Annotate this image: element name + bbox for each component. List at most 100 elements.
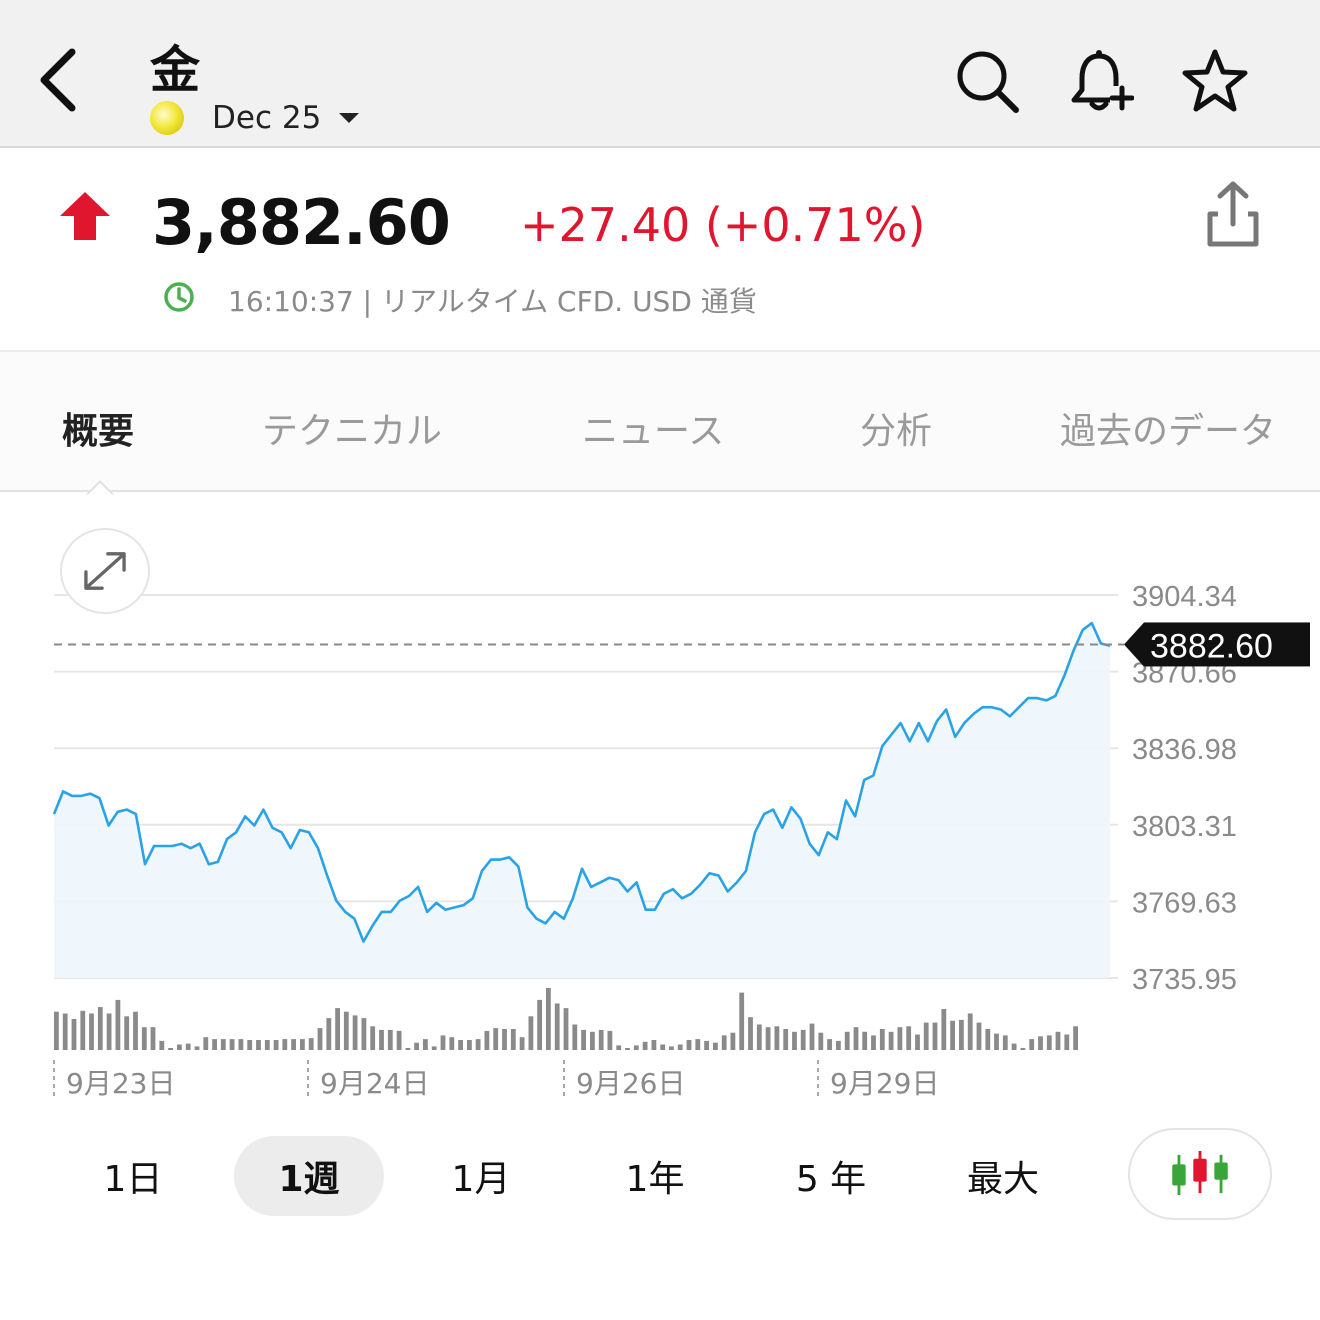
active-tab-pointer-fill xyxy=(88,483,112,495)
volume-bar xyxy=(598,1029,604,1050)
volume-bar xyxy=(1055,1031,1061,1050)
volume-bar xyxy=(256,1040,261,1050)
range-5y[interactable]: 5 年 xyxy=(756,1136,906,1216)
volume-bar xyxy=(71,1019,77,1050)
volume-bar xyxy=(642,1041,648,1050)
volume-bar xyxy=(185,1043,191,1050)
gold-flag-icon xyxy=(150,101,184,135)
volume-bar xyxy=(765,1027,771,1050)
back-icon[interactable] xyxy=(30,42,90,118)
volume-bar xyxy=(888,1031,894,1050)
volume-bar xyxy=(862,1031,868,1050)
volume-bar xyxy=(203,1037,209,1050)
volume-bar xyxy=(326,1018,332,1050)
volume-bar xyxy=(704,1040,709,1050)
volume-bar xyxy=(818,1032,824,1050)
volume-bar xyxy=(519,1037,525,1050)
tab-overview[interactable]: 概要 xyxy=(62,402,134,454)
volume-bar xyxy=(923,1022,929,1050)
volume-bar xyxy=(502,1029,507,1050)
tab-technical[interactable]: テクニカル xyxy=(262,402,442,454)
volume-bar xyxy=(396,1030,402,1050)
volume-bar xyxy=(792,1031,797,1050)
volume-bar xyxy=(660,1044,666,1050)
volume-bar xyxy=(440,1035,446,1050)
share-icon[interactable] xyxy=(1200,178,1266,250)
volume-bar xyxy=(756,1024,762,1050)
volume-bar xyxy=(563,1008,569,1050)
volume-bar xyxy=(89,1013,94,1050)
range-max[interactable]: 最大 xyxy=(928,1136,1078,1216)
contract-selector[interactable]: Dec 25 xyxy=(150,98,360,138)
range-1w[interactable]: 1週 xyxy=(234,1136,384,1216)
volume-bar xyxy=(546,988,551,1050)
volume-bar xyxy=(554,1003,560,1050)
volume-bar xyxy=(115,999,121,1050)
volume-bar xyxy=(194,1046,200,1050)
volume-bar xyxy=(449,1037,455,1050)
volume-bar xyxy=(1002,1035,1008,1050)
volume-bar xyxy=(721,1035,727,1050)
volume-bar xyxy=(212,1039,217,1050)
range-1m[interactable]: 1月 xyxy=(406,1136,556,1216)
volume-bar xyxy=(844,1031,850,1050)
volume-bar xyxy=(607,1030,613,1050)
volume-bar xyxy=(54,1011,59,1050)
volume-bar xyxy=(282,1039,288,1050)
expand-icon[interactable] xyxy=(60,528,150,614)
volume-bar xyxy=(1073,1026,1078,1050)
current-price-label: 3882.60 xyxy=(1150,627,1273,665)
volume-bar xyxy=(730,1032,736,1050)
volume-bar xyxy=(133,1011,138,1050)
volume-bar xyxy=(458,1040,463,1050)
volume-bar xyxy=(1020,1048,1026,1050)
y-tick-label: 3735.95 xyxy=(1132,964,1237,996)
volume-bar xyxy=(713,1042,718,1050)
x-tick-label: 9月26日 xyxy=(576,1067,685,1100)
volume-bar xyxy=(414,1042,419,1050)
volume-bar xyxy=(343,1011,349,1050)
volume-bar xyxy=(677,1044,683,1050)
tab-news[interactable]: ニュース xyxy=(582,402,724,454)
volume-bar xyxy=(906,1026,912,1050)
volume-bar xyxy=(950,1020,955,1050)
volume-bar xyxy=(510,1029,516,1050)
volume-bar xyxy=(300,1039,305,1050)
volume-bar xyxy=(379,1029,384,1050)
volume-bar xyxy=(352,1015,358,1050)
volume-bar xyxy=(80,1010,86,1050)
volume-bar xyxy=(581,1029,586,1050)
volume-bar xyxy=(238,1039,244,1050)
candlestick-icon[interactable] xyxy=(1128,1128,1272,1220)
volume-bar xyxy=(229,1039,235,1050)
volume-bar xyxy=(1046,1035,1052,1050)
star-icon[interactable] xyxy=(1180,46,1250,116)
volume-bar xyxy=(361,1018,367,1050)
top-header: 金 Dec 25 xyxy=(0,0,1320,148)
range-1d[interactable]: 1日 xyxy=(58,1136,208,1216)
contract-label: Dec 25 xyxy=(212,100,322,136)
volume-bar xyxy=(748,1017,753,1050)
volume-bar xyxy=(308,1038,314,1050)
volume-bar xyxy=(124,1016,130,1050)
volume-bar xyxy=(800,1029,806,1050)
tab-analysis[interactable]: 分析 xyxy=(860,402,932,454)
volume-bar xyxy=(1038,1036,1043,1050)
volume-bar xyxy=(150,1027,156,1050)
volume-bar xyxy=(915,1034,920,1050)
section-tabs: 概要 テクニカル ニュース 分析 過去のデータ xyxy=(0,352,1320,492)
volume-bar xyxy=(475,1039,481,1050)
instrument-title: 金 xyxy=(150,41,200,99)
tab-historical-data[interactable]: 過去のデータ xyxy=(1060,402,1276,454)
volume-bar xyxy=(774,1026,780,1050)
volume-bar xyxy=(273,1040,279,1050)
y-tick-label: 3904.34 xyxy=(1132,581,1237,613)
range-1y[interactable]: 1年 xyxy=(580,1136,730,1216)
price-chart[interactable]: 3904.343870.663836.983803.313769.633735.… xyxy=(0,500,1320,1110)
volume-bar xyxy=(247,1040,253,1050)
search-icon[interactable] xyxy=(952,46,1022,116)
volume-bar xyxy=(572,1024,578,1050)
alert-add-icon[interactable] xyxy=(1064,46,1134,116)
volume-bar xyxy=(405,1048,411,1050)
volume-bar xyxy=(897,1027,903,1050)
